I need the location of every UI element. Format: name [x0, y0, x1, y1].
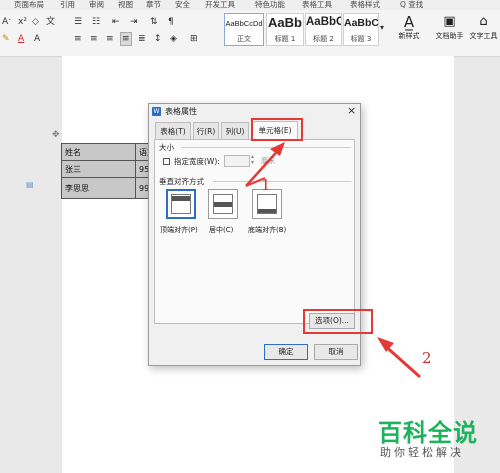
- step-1-marker: 1: [261, 176, 271, 194]
- annotation-arrows: [245, 142, 421, 379]
- arrow-1-head: [270, 142, 285, 156]
- step-2-marker: 2: [422, 349, 432, 367]
- watermark-title: 百科全说: [378, 419, 478, 447]
- watermark-subtitle: 助你轻松解决: [380, 446, 464, 459]
